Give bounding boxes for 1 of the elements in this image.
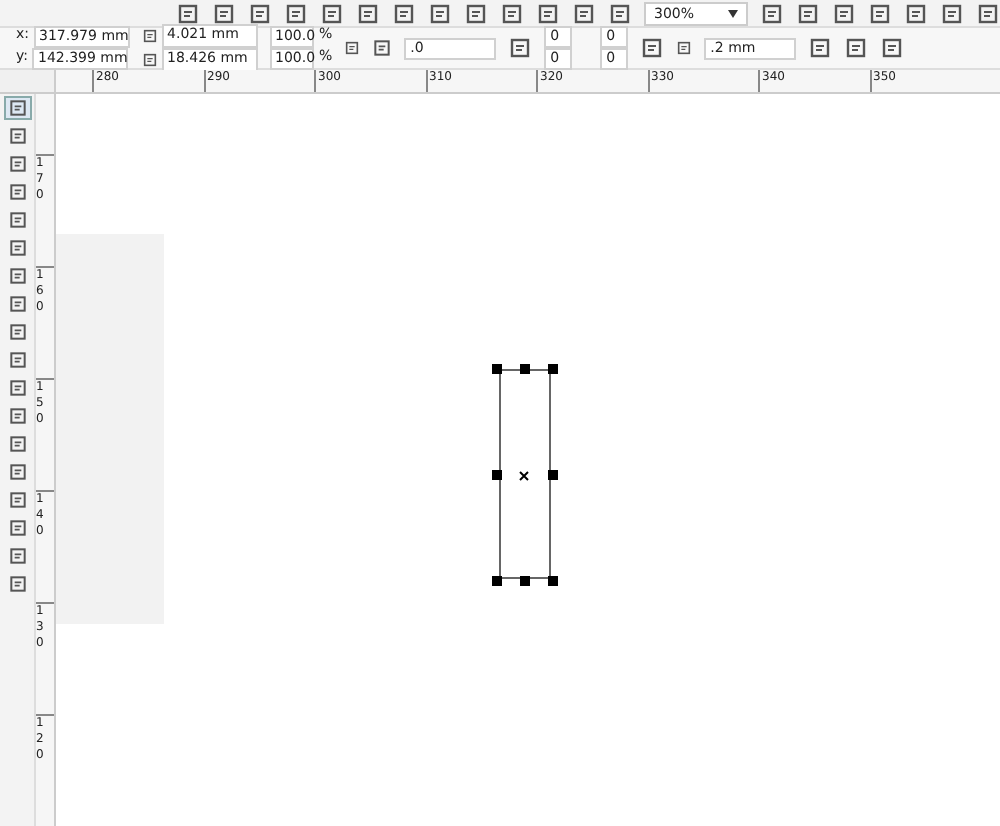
caret-icon <box>728 9 738 17</box>
